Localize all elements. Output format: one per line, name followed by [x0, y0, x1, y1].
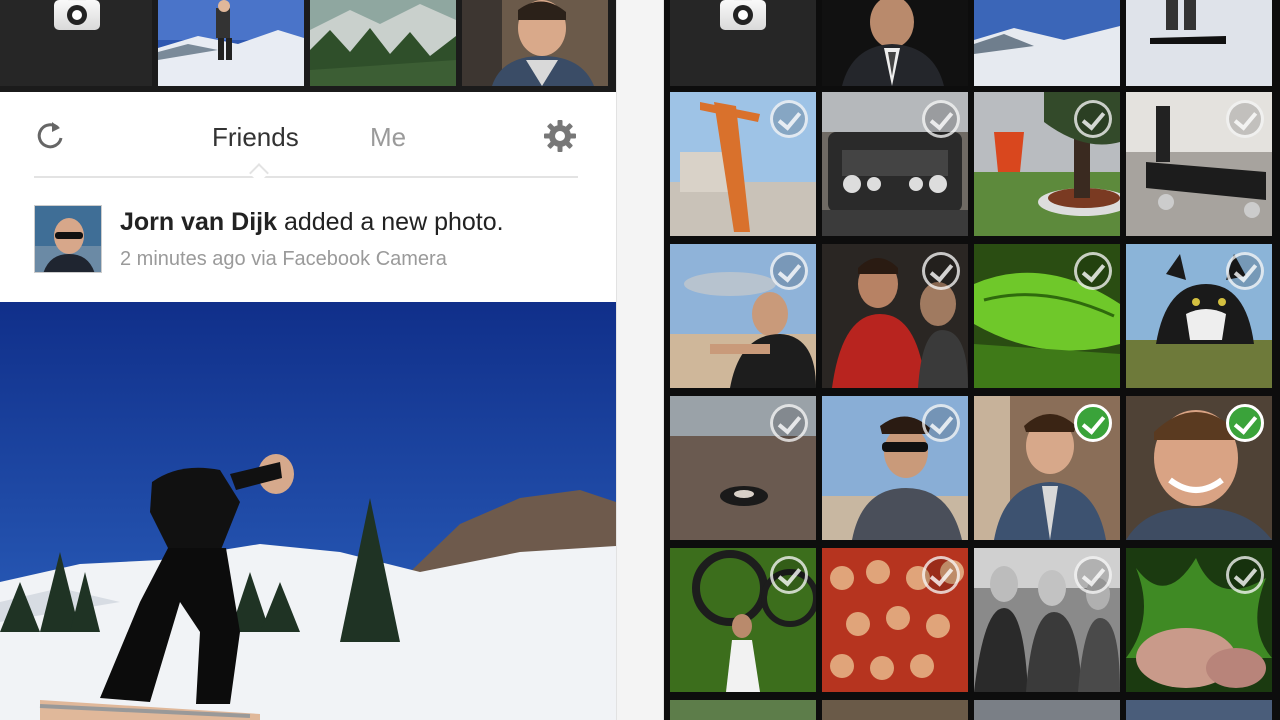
camera-roll-strip: [0, 0, 616, 92]
photo-tile[interactable]: [670, 396, 816, 540]
photo-tile[interactable]: [670, 92, 816, 236]
photo-tile[interactable]: [1126, 244, 1272, 388]
select-check-icon[interactable]: [1074, 100, 1112, 138]
feed-screen: Friends Me Jorn van Dijk added a new pho…: [0, 0, 616, 720]
post-photo[interactable]: [0, 302, 616, 720]
photo-tile[interactable]: [822, 92, 968, 236]
photo-tile[interactable]: [974, 548, 1120, 692]
camera-icon: [734, 0, 752, 1]
strip-photo-thumbnail[interactable]: [158, 0, 304, 86]
photo-tile[interactable]: [670, 548, 816, 692]
photo-tile[interactable]: [822, 700, 968, 720]
select-check-icon[interactable]: [770, 100, 808, 138]
photo-tile[interactable]: [1126, 396, 1272, 540]
select-check-icon[interactable]: [1226, 252, 1264, 290]
gear-icon[interactable]: [542, 118, 578, 154]
select-check-icon[interactable]: [922, 100, 960, 138]
post-title: Jorn van Dijk added a new photo.: [120, 208, 504, 237]
photo-tile[interactable]: [822, 548, 968, 692]
camera-button[interactable]: [54, 0, 100, 30]
select-check-icon[interactable]: [1226, 404, 1264, 442]
select-check-icon[interactable]: [1074, 252, 1112, 290]
photo-tile[interactable]: [1126, 92, 1272, 236]
select-check-icon[interactable]: [770, 404, 808, 442]
camera-cell[interactable]: [0, 0, 152, 86]
photo-tile[interactable]: [974, 396, 1120, 540]
tab-friends[interactable]: Friends: [212, 122, 299, 153]
photo-tile[interactable]: [670, 700, 816, 720]
select-check-icon[interactable]: [922, 556, 960, 594]
photo-tile[interactable]: [974, 700, 1120, 720]
photo-tile[interactable]: [670, 244, 816, 388]
select-check-icon[interactable]: [1074, 404, 1112, 442]
photo-tile[interactable]: [822, 244, 968, 388]
select-check-icon[interactable]: [922, 404, 960, 442]
tab-divider: [34, 176, 578, 178]
photo-tile[interactable]: [1126, 700, 1272, 720]
select-check-icon[interactable]: [922, 252, 960, 290]
strip-photo-thumbnail[interactable]: [462, 0, 608, 86]
strip-photo-thumbnail[interactable]: [974, 0, 1120, 86]
select-check-icon[interactable]: [770, 252, 808, 290]
post-author[interactable]: Jorn van Dijk: [120, 208, 277, 236]
strip-photo-thumbnail[interactable]: [310, 0, 456, 86]
select-check-icon[interactable]: [1226, 556, 1264, 594]
photo-tile[interactable]: [822, 396, 968, 540]
refresh-icon[interactable]: [34, 120, 66, 152]
photo-tile[interactable]: [974, 244, 1120, 388]
tab-me[interactable]: Me: [370, 122, 406, 153]
select-check-icon[interactable]: [770, 556, 808, 594]
device-gap: [616, 0, 664, 720]
strip-photo-thumbnail[interactable]: [1126, 0, 1272, 86]
strip-photo-thumbnail[interactable]: [822, 0, 968, 86]
camera-icon: [68, 0, 86, 1]
select-check-icon[interactable]: [1226, 100, 1264, 138]
camera-button[interactable]: [720, 0, 766, 30]
camera-cell[interactable]: [670, 0, 816, 86]
photo-picker-screen: [664, 0, 1280, 720]
avatar[interactable]: [34, 205, 102, 273]
select-check-icon[interactable]: [1074, 556, 1112, 594]
post-action: added a new photo.: [283, 208, 504, 236]
photo-tile[interactable]: [1126, 548, 1272, 692]
photo-tile[interactable]: [974, 92, 1120, 236]
post-meta: 2 minutes ago via Facebook Camera: [120, 248, 447, 270]
